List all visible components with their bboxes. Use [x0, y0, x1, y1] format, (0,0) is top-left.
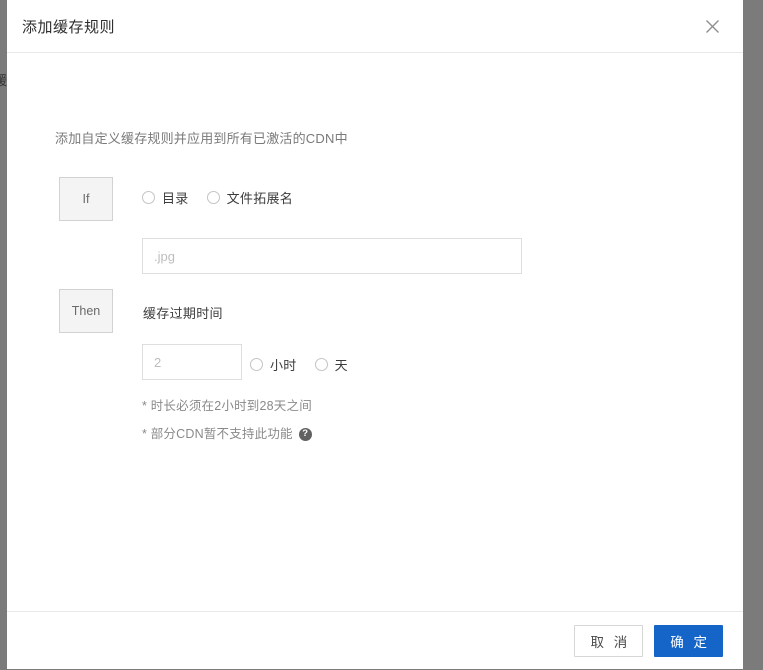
if-condition-radio-group: 目录 文件拓展名: [142, 188, 293, 207]
dialog-footer: 取 消 确 定: [7, 611, 743, 669]
cache-duration-input[interactable]: [142, 344, 242, 380]
radio-option-directory[interactable]: 目录: [142, 188, 189, 207]
radio-option-file-extension[interactable]: 文件拓展名: [207, 188, 294, 207]
duration-unit-radio-group: 小时 天: [250, 355, 348, 374]
radio-circle-icon: [207, 191, 220, 204]
radio-label-days: 天: [335, 355, 348, 374]
dialog-title: 添加缓存规则: [22, 16, 115, 37]
dialog-description: 添加自定义缓存规则并应用到所有已激活的CDN中: [55, 128, 348, 147]
cache-expiry-label: 缓存过期时间: [143, 303, 223, 322]
confirm-button[interactable]: 确 定: [654, 625, 723, 657]
hint-duration-range: * 时长必须在2小时到28天之间: [142, 398, 312, 414]
hint-cdn-support-text: * 部分CDN暂不支持此功能: [142, 426, 293, 442]
radio-label-file-extension: 文件拓展名: [227, 188, 294, 207]
cancel-button[interactable]: 取 消: [574, 625, 643, 657]
then-tag-label: Then: [59, 289, 113, 333]
add-cache-rule-dialog: 添加缓存规则 添加自定义缓存规则并应用到所有已激活的CDN中 If 目录 文件拓…: [7, 0, 743, 669]
dialog-header: 添加缓存规则: [7, 0, 743, 53]
if-tag-label: If: [59, 177, 113, 221]
radio-circle-icon: [142, 191, 155, 204]
radio-label-directory: 目录: [162, 188, 189, 207]
radio-option-days[interactable]: 天: [315, 355, 348, 374]
close-icon[interactable]: [699, 13, 725, 39]
rule-pattern-input[interactable]: [142, 238, 522, 274]
hint-duration-range-text: * 时长必须在2小时到28天之间: [142, 398, 312, 414]
radio-option-hours[interactable]: 小时: [250, 355, 297, 374]
hint-list: * 时长必须在2小时到28天之间 * 部分CDN暂不支持此功能 ?: [142, 398, 312, 442]
radio-label-hours: 小时: [270, 355, 297, 374]
hint-cdn-support: * 部分CDN暂不支持此功能 ?: [142, 426, 312, 442]
radio-circle-icon: [315, 358, 328, 371]
dialog-body: 添加自定义缓存规则并应用到所有已激活的CDN中 If 目录 文件拓展名 Then…: [7, 53, 743, 611]
radio-circle-icon: [250, 358, 263, 371]
help-icon[interactable]: ?: [299, 428, 312, 441]
